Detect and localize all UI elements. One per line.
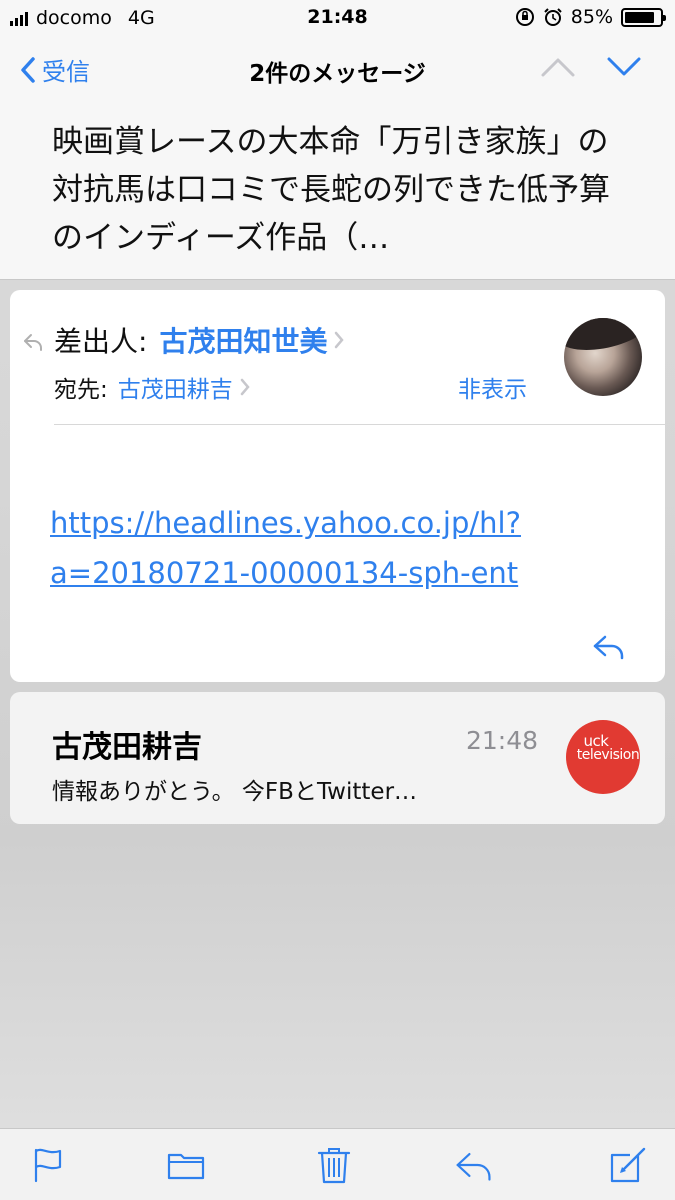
rotation-lock-icon	[515, 8, 534, 26]
battery-fill	[625, 11, 654, 23]
reply-icon[interactable]	[592, 634, 626, 660]
email-subject: 映画賞レースの大本命「万引き家族」の対抗馬は口コミで長蛇の列できた低予算のインデ…	[52, 124, 610, 256]
reply-icon[interactable]	[454, 1145, 494, 1185]
avatar-text-2: television	[576, 747, 640, 763]
subject-area: 映画賞レースの大本命「万引き家族」の対抗馬は口コミで長蛇の列できた低予算のインデ…	[0, 104, 675, 280]
alarm-icon	[544, 8, 562, 26]
replied-indicator-icon	[24, 334, 42, 351]
battery-percent: 85%	[570, 6, 613, 28]
battery-icon	[621, 7, 666, 27]
from-label: 差出人:	[54, 325, 148, 358]
from-row: 差出人: 古茂田知世美	[54, 320, 345, 360]
recipient-name[interactable]: 古茂田耕吉	[118, 370, 233, 404]
sender-name[interactable]: 古茂田知世美	[159, 320, 327, 360]
to-row: 宛先: 古茂田耕吉	[54, 370, 251, 404]
to-label: 宛先:	[54, 377, 108, 403]
header-divider	[54, 424, 665, 425]
thread-preview: 情報ありがとう。 今FBとTwitter…	[52, 779, 418, 805]
link-line-2: a=20180721-00000134-sph-ent	[50, 556, 519, 590]
previous-message-button[interactable]	[540, 56, 576, 78]
link-line-1: https://headlines.yahoo.co.jp/hl?	[50, 506, 521, 540]
email-message-card: 差出人: 古茂田知世美 宛先: 古茂田耕吉 非表示 https://headli…	[10, 290, 665, 682]
email-body-link[interactable]: https://headlines.yahoo.co.jp/hl? a=2018…	[50, 498, 630, 598]
flag-icon[interactable]	[28, 1145, 68, 1185]
thread-sender: 古茂田耕吉	[52, 730, 202, 765]
trash-icon[interactable]	[314, 1145, 354, 1185]
chevron-right-icon	[335, 331, 345, 349]
nav-bar: 受信 2件のメッセージ	[0, 34, 675, 104]
next-message-button[interactable]	[606, 56, 642, 78]
bottom-toolbar	[0, 1128, 675, 1200]
compose-icon[interactable]	[608, 1145, 648, 1185]
thread-time: 21:48	[466, 726, 539, 755]
thread-message-item[interactable]: 古茂田耕吉 21:48 情報ありがとう。 今FBとTwitter… uck te…	[10, 692, 665, 824]
status-right: 85%	[515, 6, 666, 28]
status-bar: docomo 4G 21:48 85%	[0, 0, 675, 34]
thread-sender-avatar: uck television	[566, 720, 640, 794]
folder-icon[interactable]	[166, 1145, 206, 1185]
hide-details-button[interactable]: 非表示	[458, 370, 527, 404]
chevron-right-icon	[240, 378, 250, 396]
avatar-text-1: uck	[583, 732, 609, 750]
sender-avatar	[564, 318, 642, 396]
